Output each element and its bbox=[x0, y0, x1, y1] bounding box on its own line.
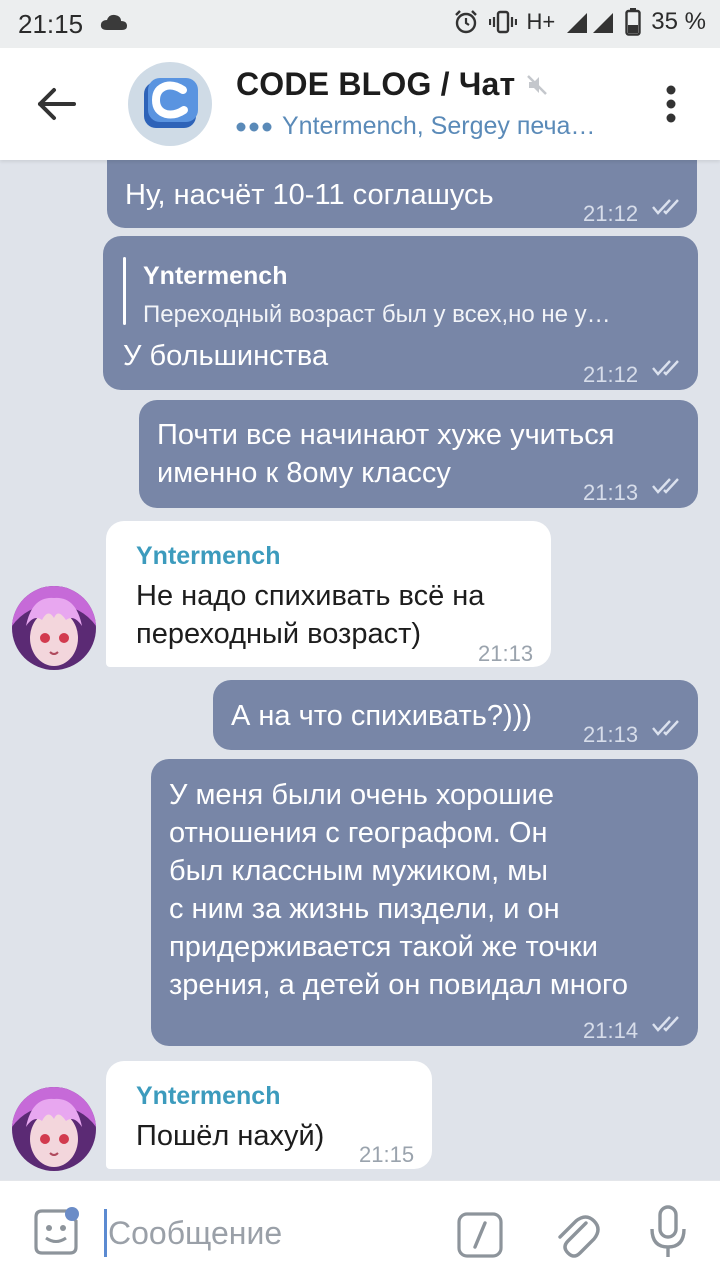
message-time: 21:13 bbox=[583, 480, 639, 505]
chat-header: CODE BLOG / Чат Yntermench, Sergey печа… bbox=[0, 48, 720, 160]
message-line: зрения, а детей он повидал много bbox=[169, 969, 629, 1001]
more-vert-icon[interactable] bbox=[660, 82, 682, 126]
signal-icon bbox=[567, 13, 614, 33]
chat-subtitle: Yntermench, Sergey печа… bbox=[236, 112, 616, 141]
text-cursor bbox=[104, 1209, 107, 1257]
mic-icon[interactable] bbox=[648, 1205, 688, 1261]
battery-icon bbox=[625, 8, 641, 36]
alarm-icon bbox=[454, 10, 477, 34]
bot-command-icon[interactable] bbox=[456, 1211, 504, 1259]
chat-title[interactable]: CODE BLOG / Чат bbox=[236, 66, 515, 103]
message-text: А на что спихивать?))) bbox=[231, 700, 533, 732]
message-line: Почти все начинают хуже учиться bbox=[157, 419, 615, 451]
network-type: H+ bbox=[526, 9, 556, 34]
status-time: 21:15 bbox=[18, 9, 84, 39]
message-text: У большинства bbox=[123, 340, 329, 372]
cloud-icon bbox=[100, 14, 127, 30]
anime-avatar-icon bbox=[12, 586, 96, 670]
message-time: 21:15 bbox=[359, 1142, 415, 1167]
message-line: У меня были очень хорошие bbox=[169, 779, 555, 811]
message-time: 21:13 bbox=[583, 722, 639, 747]
anime-avatar-icon bbox=[12, 1087, 96, 1171]
read-ticks-icon bbox=[652, 360, 679, 376]
message-outgoing[interactable]: Почти все начинают хуже учиться именно к… bbox=[139, 400, 698, 508]
message-line: с ним за жизнь пиздели, и он bbox=[169, 893, 560, 925]
vibrate-icon bbox=[488, 10, 517, 34]
read-ticks-icon bbox=[652, 1016, 679, 1032]
message-time: 21:12 bbox=[583, 201, 639, 226]
attach-icon[interactable] bbox=[552, 1207, 600, 1261]
message-time: 21:14 bbox=[583, 1018, 639, 1043]
battery-percent: 35 % bbox=[651, 8, 706, 35]
message-input[interactable]: Сообщение bbox=[108, 1215, 282, 1252]
message-time: 21:13 bbox=[478, 641, 534, 666]
mute-icon bbox=[527, 75, 547, 95]
sticker-icon[interactable] bbox=[30, 1207, 84, 1261]
message-outgoing[interactable]: А на что спихивать?))) 21:13 bbox=[213, 680, 698, 750]
read-ticks-icon bbox=[652, 199, 679, 215]
reply-bar bbox=[123, 257, 126, 325]
message-text: Ну, насчёт 10-11 соглашусь bbox=[125, 179, 494, 211]
status-bar: 21:15 H+ 35 % bbox=[0, 0, 720, 48]
typing-status: Yntermench, Sergey печа… bbox=[282, 112, 596, 140]
sender-name[interactable]: Yntermench bbox=[136, 1078, 280, 1115]
read-ticks-icon bbox=[652, 478, 679, 494]
user-avatar[interactable] bbox=[12, 1087, 96, 1171]
message-list[interactable]: Ну, насчёт 10-11 соглашусь 21:12 Ynterme… bbox=[0, 160, 720, 1180]
status-icons: H+ 35 % bbox=[453, 8, 706, 36]
message-outgoing[interactable]: Ну, насчёт 10-11 соглашусь 21:12 bbox=[107, 160, 697, 228]
message-composer: Сообщение bbox=[0, 1180, 720, 1280]
user-avatar[interactable] bbox=[12, 586, 96, 670]
message-incoming[interactable]: Yntermench Пошёл нахуй) 21:15 bbox=[106, 1061, 432, 1169]
code-blog-logo-icon bbox=[144, 78, 198, 128]
reply-text: Переходный возраст был у всех,но не у… bbox=[143, 301, 611, 328]
message-incoming[interactable]: Yntermench Не надо спихивать всё на пере… bbox=[106, 521, 551, 667]
sender-name[interactable]: Yntermench bbox=[136, 538, 280, 575]
message-line: Не надо спихивать всё на bbox=[136, 580, 485, 612]
chat-avatar[interactable] bbox=[128, 62, 212, 146]
message-outgoing[interactable]: У меня были очень хорошие отношения с ге… bbox=[151, 759, 698, 1046]
message-line: был классным мужиком, мы bbox=[169, 855, 549, 887]
back-arrow-icon[interactable] bbox=[30, 82, 80, 126]
typing-dots-icon bbox=[236, 122, 272, 132]
read-ticks-icon bbox=[652, 720, 679, 736]
message-line: именно к 8ому классу bbox=[157, 457, 451, 489]
message-line: переходный возраст) bbox=[136, 618, 422, 650]
message-outgoing-reply[interactable]: Yntermench Переходный возраст был у всех… bbox=[103, 236, 698, 390]
reply-author: Yntermench bbox=[143, 262, 288, 290]
message-line: придерживается такой же точки bbox=[169, 931, 598, 963]
message-text: Пошёл нахуй) bbox=[136, 1120, 325, 1152]
message-time: 21:12 bbox=[583, 362, 639, 387]
message-line: отношения с географом. Он bbox=[169, 817, 548, 849]
